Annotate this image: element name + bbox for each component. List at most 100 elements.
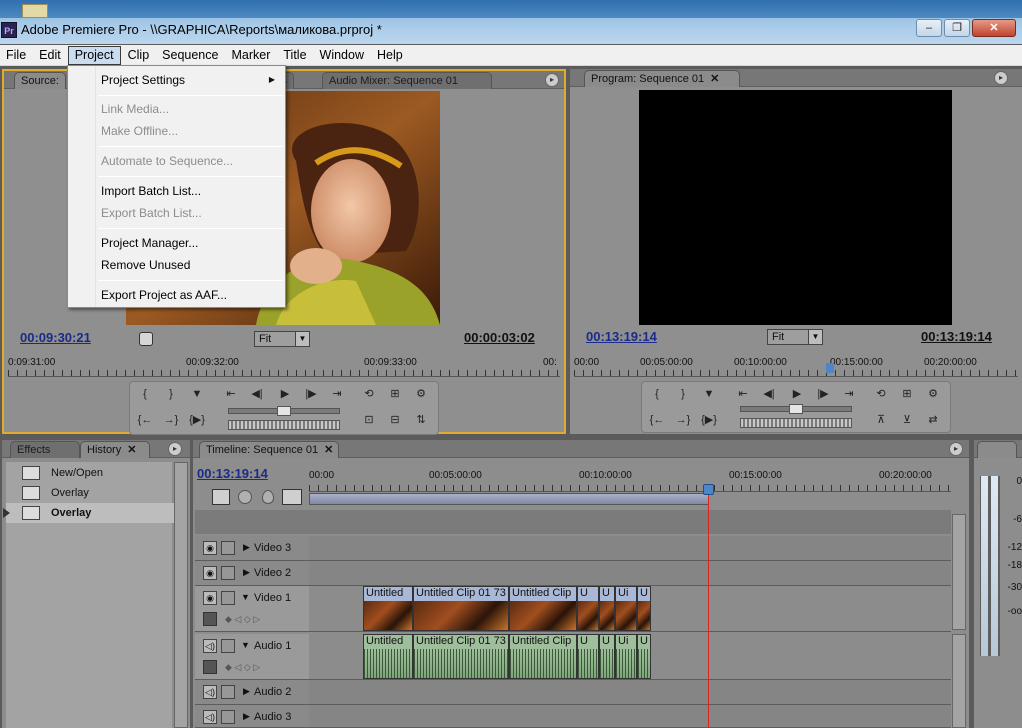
tab-audio-mixer[interactable]: Audio Mixer: Sequence 01 [322, 72, 492, 89]
go-to-in-icon[interactable]: ⇤ [734, 386, 752, 402]
menu-help[interactable]: Help [371, 46, 409, 65]
menu-item-import-batch-list[interactable]: Import Batch List... [101, 184, 201, 198]
video-clip[interactable]: U [577, 586, 599, 631]
lift-icon[interactable]: ⊼ [872, 412, 890, 428]
audio-clip[interactable]: Untitled Clip 01 73 [413, 634, 509, 679]
timeline-scrollbar[interactable] [952, 514, 966, 630]
source-current-timecode[interactable]: 00:09:30:21 [20, 330, 91, 345]
play-in-out-icon[interactable]: {▶} [188, 412, 206, 428]
output-icon[interactable]: ⚙ [412, 386, 430, 402]
menu-item-remove-unused[interactable]: Remove Unused [101, 258, 190, 272]
track-audio1[interactable]: Untitled Untitled Clip 01 73 Untitled Cl… [309, 634, 951, 680]
safe-margins-icon[interactable]: ⊞ [898, 386, 916, 402]
playhead-icon[interactable] [703, 484, 714, 495]
go-next-marker-icon[interactable]: →} [674, 412, 692, 428]
menu-item-project-settings[interactable]: Project Settings [101, 73, 185, 87]
menu-item-link-media[interactable]: Link Media... [101, 102, 169, 116]
step-back-icon[interactable]: ◀| [248, 386, 266, 402]
tab-source[interactable]: Source: [14, 72, 66, 89]
menu-sequence[interactable]: Sequence [156, 46, 224, 65]
trim-icon[interactable]: ⇄ [924, 412, 942, 428]
menu-marker[interactable]: Marker [225, 46, 276, 65]
source-zoom-select[interactable]: Fit ▼ [254, 331, 310, 347]
tab-audio-meters[interactable] [977, 441, 1017, 458]
track-audio3[interactable] [309, 705, 951, 728]
menu-edit[interactable]: Edit [33, 46, 67, 65]
safe-margins-icon[interactable]: ⊞ [386, 386, 404, 402]
keyframe-nav-icon[interactable]: ◆ ◁ ◇ ▷ [225, 614, 260, 625]
track-audio2[interactable] [309, 680, 951, 705]
video-clip[interactable]: Ui [615, 586, 637, 631]
go-to-out-icon[interactable]: ⇥ [328, 386, 346, 402]
mark-in-icon[interactable]: { [136, 386, 154, 402]
menu-window[interactable]: Window [314, 46, 370, 65]
eye-icon[interactable]: ◉ [203, 591, 217, 605]
play-icon[interactable]: ▶ [276, 386, 294, 402]
history-item[interactable]: New/Open [6, 463, 174, 483]
extract-icon[interactable]: ⊻ [898, 412, 916, 428]
loop-icon[interactable]: ⟲ [360, 386, 378, 402]
panel-menu-icon[interactable]: ▸ [168, 442, 182, 456]
play-in-out-icon[interactable]: {▶} [700, 412, 718, 428]
close-button[interactable]: ✕ [972, 19, 1016, 37]
keyframe-icon[interactable] [262, 490, 274, 504]
video-clip[interactable]: Untitled [363, 586, 413, 631]
timeline-time-ruler[interactable]: 00:00 00:05:00:00 00:10:00:00 00:15:00:0… [309, 468, 951, 492]
menu-item-make-offline[interactable]: Make Offline... [101, 124, 178, 138]
audio-clip[interactable]: Untitled Clip [509, 634, 577, 679]
program-current-timecode[interactable]: 00:13:19:14 [586, 329, 657, 344]
overlay-icon[interactable]: ⊟ [386, 412, 404, 428]
marker-icon[interactable]: ▼ [700, 386, 718, 402]
menu-clip[interactable]: Clip [122, 46, 156, 65]
tab-effects[interactable]: Effects [10, 441, 80, 458]
audio-clip[interactable]: Ui [615, 634, 637, 679]
eye-icon[interactable]: ◉ [203, 541, 217, 555]
mark-in-icon[interactable]: { [648, 386, 666, 402]
track-video2[interactable] [309, 561, 951, 586]
track-video1[interactable]: Untitled Untitled Clip 01 73 Untitled Cl… [309, 586, 951, 632]
expand-icon[interactable]: ▶ [243, 686, 250, 697]
history-item[interactable]: Overlay [6, 483, 174, 503]
play-icon[interactable]: ▶ [788, 386, 806, 402]
lock-icon[interactable] [221, 639, 235, 653]
speaker-icon[interactable]: ◁) [203, 639, 217, 653]
program-zoom-select[interactable]: Fit ▼ [767, 329, 823, 345]
panel-menu-icon[interactable]: ▸ [545, 73, 559, 87]
track-video3[interactable] [309, 536, 951, 561]
program-time-ruler[interactable]: 00:00 00:05:00:00 00:10:00:00 00:15:00:0… [574, 355, 1018, 377]
step-forward-icon[interactable]: |▶ [302, 386, 320, 402]
timeline-playhead[interactable] [708, 492, 709, 728]
display-style-icon[interactable] [203, 612, 217, 626]
mark-out-icon[interactable]: } [674, 386, 692, 402]
speaker-icon[interactable]: ◁) [203, 710, 217, 724]
tab-history[interactable]: History ✕ [80, 441, 150, 458]
playhead-icon[interactable] [826, 363, 834, 373]
menu-item-export-aaf[interactable]: Export Project as AAF... [101, 288, 227, 302]
go-prev-marker-icon[interactable]: {← [648, 412, 666, 428]
lock-icon[interactable] [221, 710, 235, 724]
marker-icon[interactable]: ▼ [188, 386, 206, 402]
expand-icon[interactable]: ▶ [243, 542, 250, 553]
snap-icon[interactable] [212, 489, 230, 505]
mark-out-icon[interactable]: } [162, 386, 180, 402]
video-clip[interactable]: U [599, 586, 615, 631]
source-time-ruler[interactable]: 0:09:31:00 00:09:32:00 00:09:33:00 00: [8, 355, 560, 377]
display-style-icon[interactable] [203, 660, 217, 674]
expand-icon[interactable]: ▶ [243, 567, 250, 578]
toggle-audio-video-icon[interactable]: ⇅ [412, 412, 430, 428]
shuttle-slider[interactable] [740, 404, 852, 414]
output-icon[interactable]: ⚙ [924, 386, 942, 402]
jog-wheel[interactable] [740, 418, 852, 428]
panel-menu-icon[interactable]: ▸ [994, 71, 1008, 85]
zoom-toggle-icon[interactable] [282, 489, 302, 505]
lock-icon[interactable] [221, 566, 235, 580]
step-forward-icon[interactable]: |▶ [814, 386, 832, 402]
shuttle-slider[interactable] [228, 406, 340, 416]
menu-title[interactable]: Title [277, 46, 312, 65]
tab-program[interactable]: Program: Sequence 01 ✕ [584, 70, 740, 87]
keyframe-nav-icon[interactable]: ◆ ◁ ◇ ▷ [225, 662, 260, 673]
lock-icon[interactable] [221, 685, 235, 699]
jog-wheel[interactable] [228, 420, 340, 430]
video-clip[interactable]: U [637, 586, 651, 631]
audio-clip[interactable]: U [637, 634, 651, 679]
